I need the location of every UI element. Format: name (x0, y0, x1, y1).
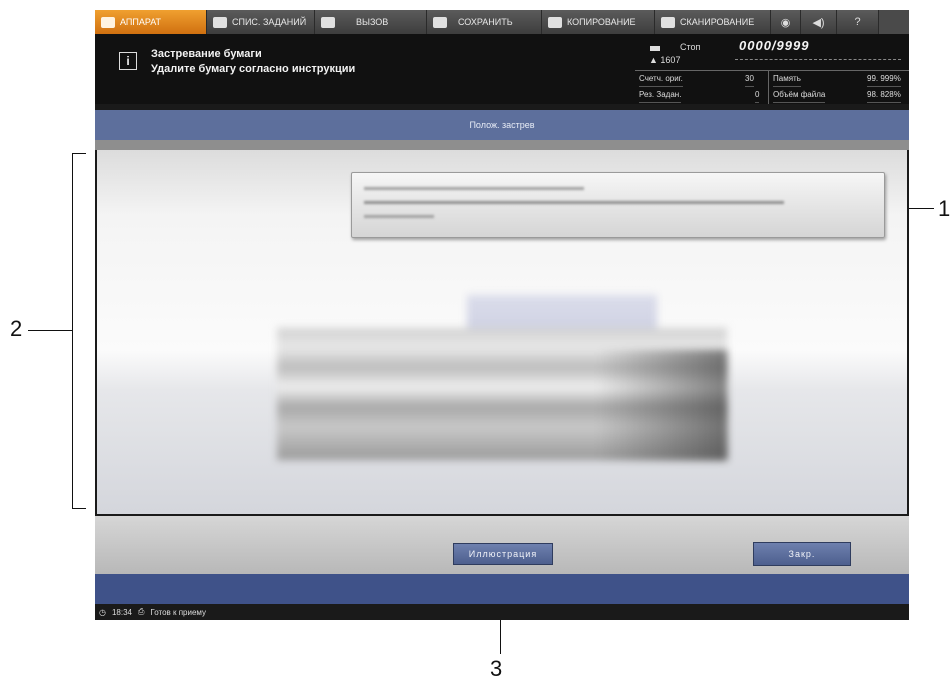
file-volume-label: Объём файла (773, 87, 826, 103)
machine-icon (101, 16, 115, 28)
blue-status-bar (95, 574, 909, 604)
tab-machine[interactable]: АППАРАТ (95, 10, 207, 34)
memory-label: Память (773, 71, 801, 87)
stop-status: Стоп (680, 42, 701, 52)
tab-job-list-label: СПИС. ЗАДАНИЙ (232, 17, 307, 27)
recall-icon (321, 16, 335, 28)
tab-bar: АППАРАТ СПИС. ЗАДАНИЙ ВЫЗОВ СОХРАНИТЬ КО… (95, 10, 909, 34)
user-count-value: 1607 (660, 55, 681, 65)
screen-title: Полож. застрев (95, 110, 909, 140)
reserved-jobs-value: 0 (755, 87, 760, 103)
reserved-jobs-label: Рез. Задан. (639, 87, 682, 103)
tab-volume[interactable]: ◀) (801, 10, 837, 34)
time-display: 18:34 (111, 607, 133, 617)
tab-scan[interactable]: СКАНИРОВАНИЕ (655, 10, 771, 34)
tab-help[interactable]: ? (837, 10, 879, 34)
list-icon (213, 16, 227, 28)
bracket-bottom (72, 508, 86, 509)
screen-title-text: Полож. застрев (469, 120, 535, 130)
callout-1: 1 (938, 196, 951, 221)
info-icon: i (119, 52, 137, 70)
close-button[interactable]: Закр. (753, 542, 851, 566)
tab-machine-label: АППАРАТ (120, 17, 162, 27)
memory-value: 99. 999% (867, 71, 901, 87)
control-panel-screen: АППАРАТ СПИС. ЗАДАНИЙ ВЫЗОВ СОХРАНИТЬ КО… (95, 10, 909, 620)
instruction-text-blur (364, 215, 434, 218)
tab-recall[interactable]: ВЫЗОВ (315, 10, 427, 34)
tab-job-list[interactable]: СПИС. ЗАДАНИЙ (207, 10, 315, 34)
machine-status-icon (650, 46, 660, 51)
bracket-vertical (72, 153, 73, 509)
orig-counter-value: 30 (745, 71, 754, 87)
callout-3: 3 (490, 656, 503, 681)
circle-icon: ◉ (780, 16, 791, 29)
printer-icon: ⎙ (138, 607, 145, 616)
tab-store-label: СОХРАНИТЬ (458, 17, 513, 27)
title-separator (95, 140, 909, 150)
instruction-text-blur (364, 201, 784, 204)
message-instruction: Удалите бумагу согласно инструкции (151, 63, 356, 75)
message-title: Застревание бумаги (151, 48, 262, 60)
footer-status-bar: ◷ 18:34 ⎙ Готов к приему (95, 604, 909, 620)
callout-2: 2 (10, 316, 23, 341)
tab-recall-label: ВЫЗОВ (356, 17, 389, 27)
tab-status-indicator[interactable]: ◉ (771, 10, 801, 34)
status-divider (735, 59, 901, 60)
file-volume-value: 98. 828% (867, 87, 901, 103)
tab-copy-label: КОПИРОВАНИЕ (567, 17, 636, 27)
help-icon: ? (854, 16, 861, 28)
message-area: i Застревание бумаги Удалите бумагу согл… (95, 34, 635, 104)
page-counter: 0000/9999 (739, 38, 810, 53)
scan-icon (661, 16, 675, 28)
tab-store[interactable]: СОХРАНИТЬ (427, 10, 542, 34)
tab-scan-label: СКАНИРОВАНИЕ (680, 17, 755, 27)
tab-copy[interactable]: КОПИРОВАНИЕ (542, 10, 655, 34)
bracket-top (72, 153, 86, 154)
bottom-button-bar: Иллюстрация Закр. (95, 516, 909, 574)
store-icon (433, 16, 447, 28)
orig-counter-label: Счетч. ориг. (639, 71, 683, 87)
ready-status: Готов к приему (150, 607, 206, 617)
clock-icon: ◷ (99, 607, 106, 617)
copy-icon (548, 16, 562, 28)
status-column-divider (768, 70, 769, 104)
jam-illustration-area (97, 150, 907, 514)
jam-instruction-box (351, 172, 885, 238)
instruction-text-blur (364, 187, 584, 190)
callout-2-leader (28, 330, 72, 331)
status-panel: Стоп 0000/9999 ▲ 1607 Счетч. ориг. 30 Па… (635, 34, 909, 104)
machine-illustration-shadow (597, 350, 727, 460)
illustration-button[interactable]: Иллюстрация (453, 543, 553, 565)
speaker-icon: ◀) (812, 16, 825, 29)
user-count: ▲ 1607 (649, 55, 681, 65)
